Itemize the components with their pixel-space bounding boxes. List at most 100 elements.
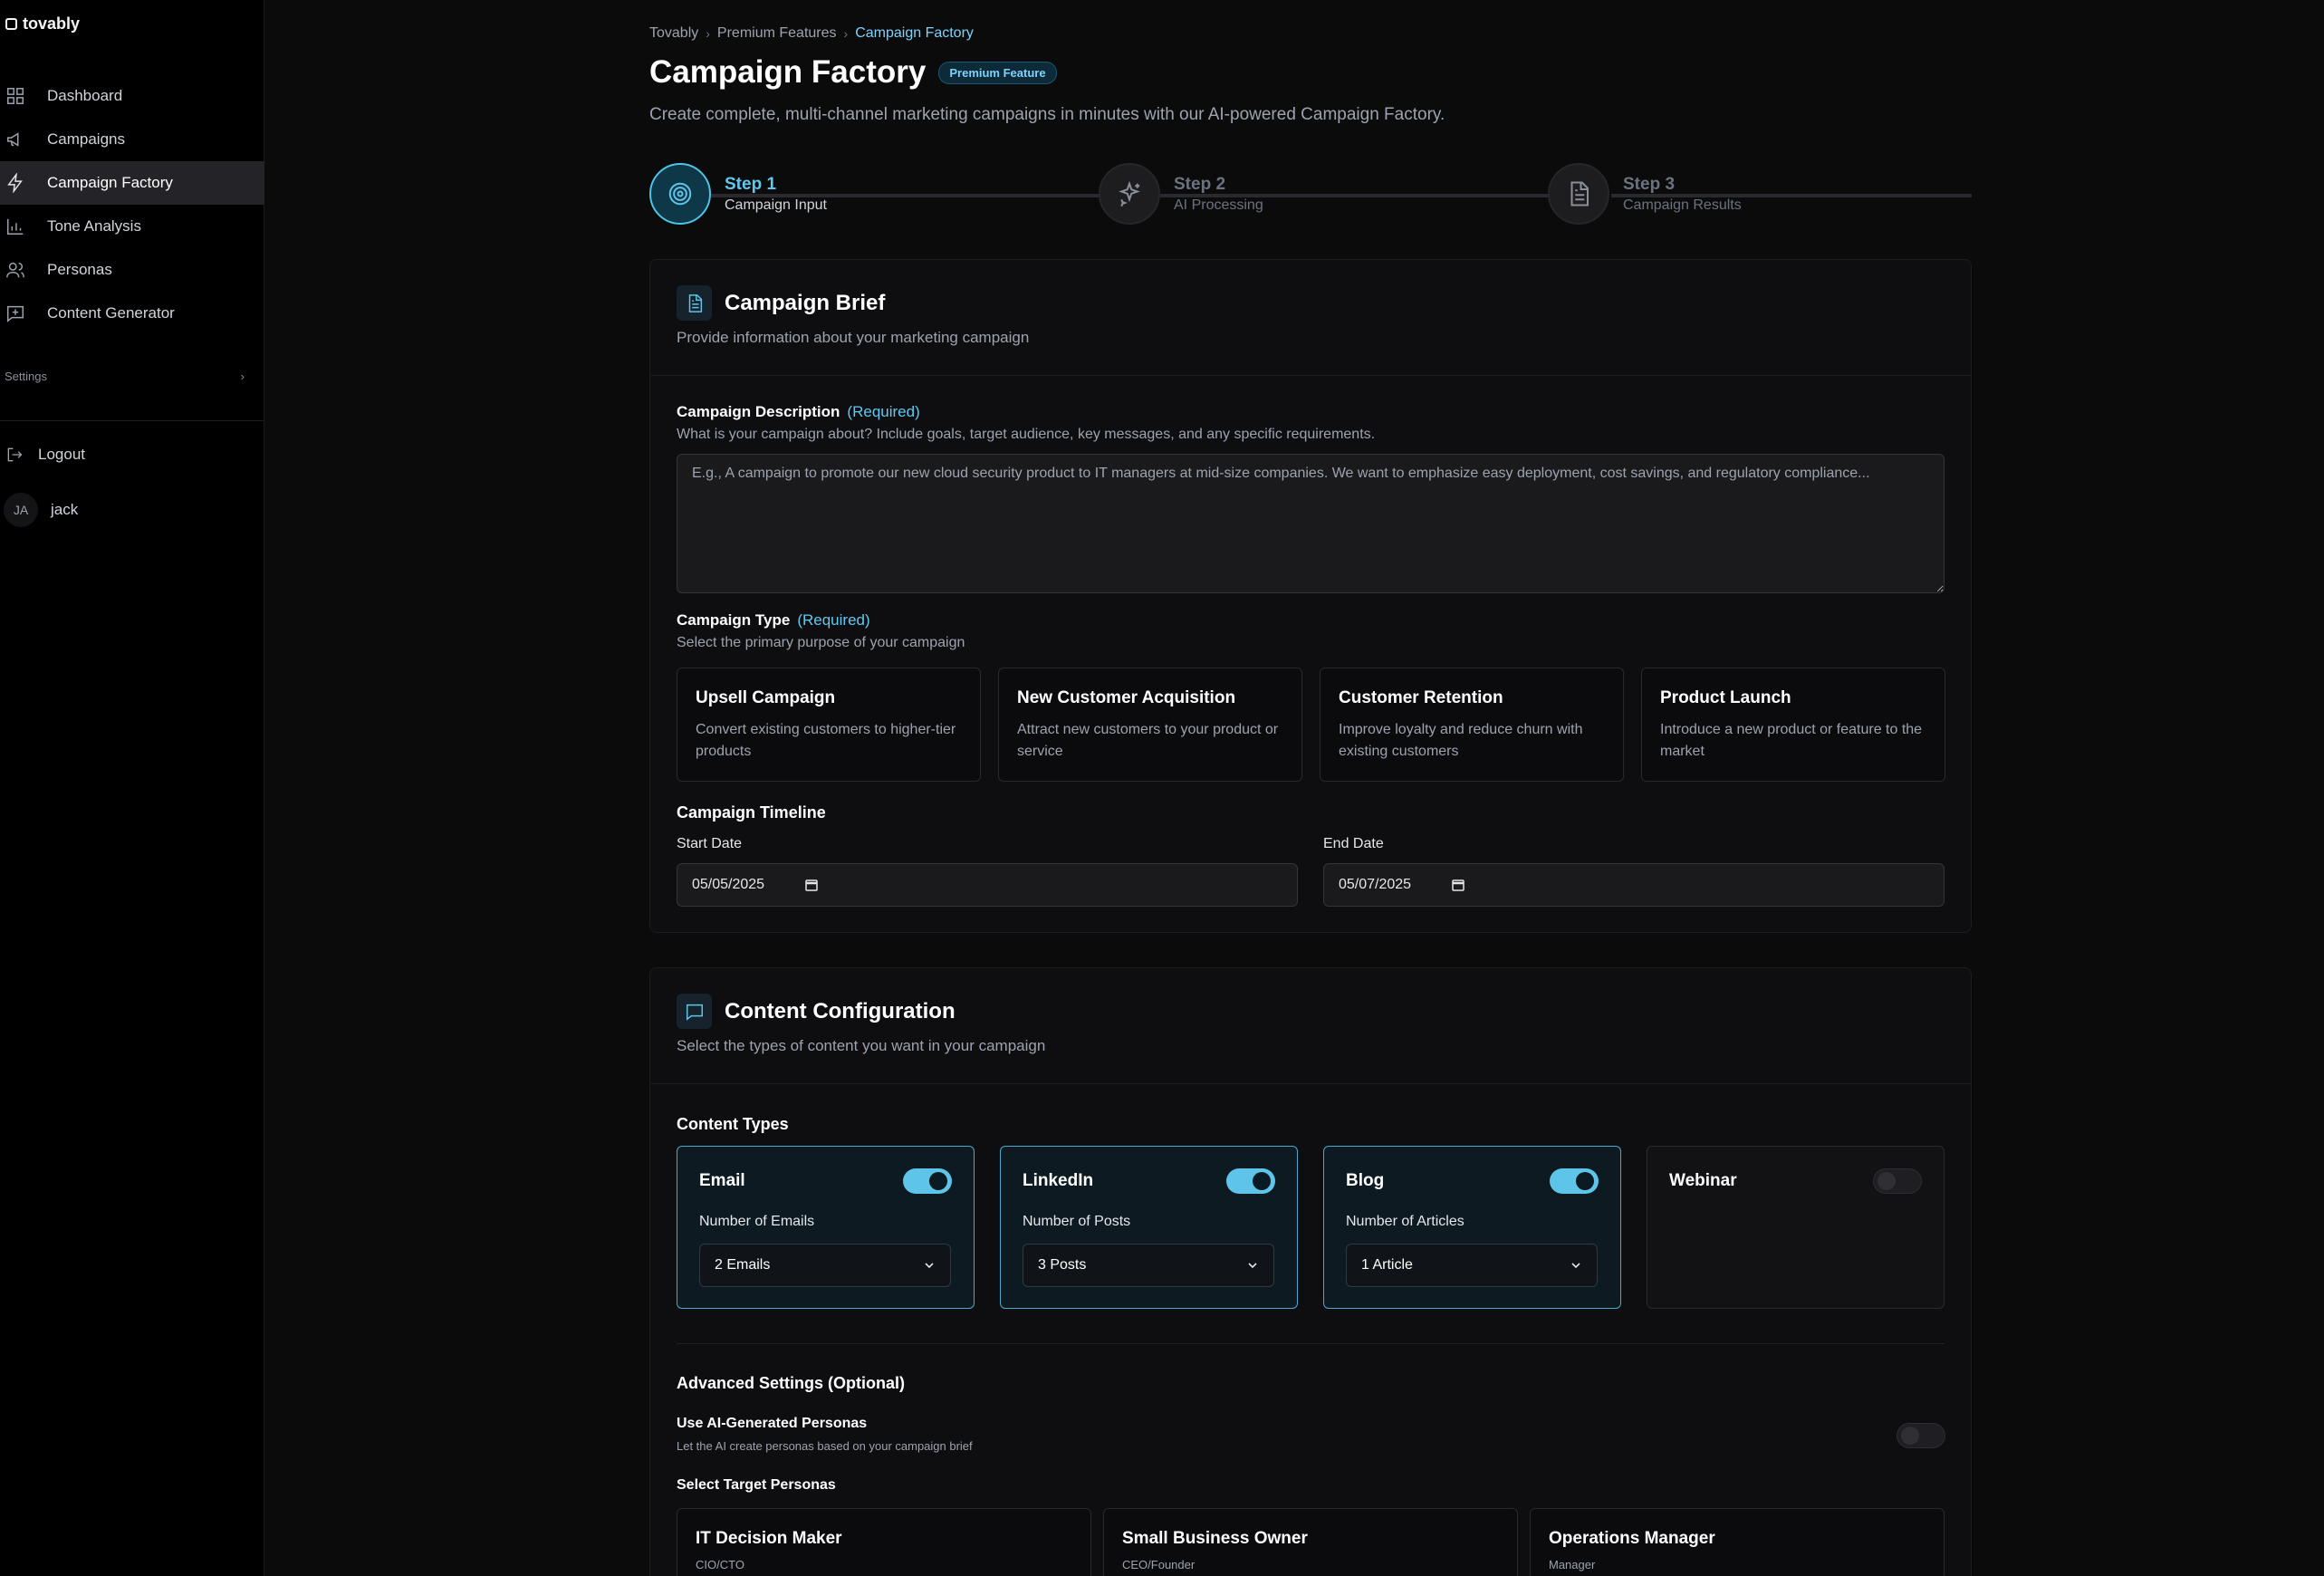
sidebar-item-content-generator[interactable]: Content Generator [0, 292, 264, 335]
stepper: Step 1 Campaign Input Step 2 AI Processi… [649, 163, 1972, 225]
avatar: JA [4, 493, 38, 527]
sidebar-item-label: Content Generator [47, 304, 175, 322]
required-indicator: (Required) [797, 611, 870, 629]
step-3-title: Step 3 [1623, 174, 1676, 194]
email-count-select[interactable]: 2 Emails [699, 1244, 951, 1287]
step-2-subtitle: AI Processing [1174, 197, 1263, 213]
blog-count-label: Number of Articles [1346, 1214, 1465, 1229]
sidebar: tovably Dashboard Campaigns Campaign Fac… [0, 0, 264, 1576]
blog-count-select[interactable]: 1 Article [1346, 1244, 1598, 1287]
start-date-label: Start Date [677, 836, 743, 851]
target-personas-label: Select Target Personas [677, 1477, 836, 1493]
app-name: tovably [23, 14, 81, 33]
chevron-down-icon [1248, 1263, 1257, 1269]
content-configuration-subtitle: Select the types of content you want in … [677, 1037, 1046, 1054]
end-date-input[interactable]: 05/07/2025 [1323, 863, 1945, 907]
step-1-title: Step 1 [725, 174, 777, 194]
sidebar-item-campaign-factory[interactable]: Campaign Factory [0, 161, 264, 205]
sidebar-item-label: Tone Analysis [47, 217, 141, 235]
campaign-brief-subtitle: Provide information about your marketing… [677, 329, 1030, 346]
calendar-icon [805, 879, 818, 891]
campaign-type-retention[interactable]: Customer Retention Improve loyalty and r… [1320, 668, 1624, 782]
email-toggle[interactable] [903, 1168, 952, 1194]
campaign-type-title: Product Launch [1660, 688, 1791, 707]
step-2: Step 2 AI Processing [1099, 163, 1263, 225]
webinar-toggle[interactable] [1873, 1168, 1922, 1194]
linkedin-toggle[interactable] [1226, 1168, 1275, 1194]
sidebar-item-label: Dashboard [47, 87, 123, 104]
chevron-right-icon: › [706, 26, 710, 41]
persona-it-decision-maker[interactable]: IT Decision Maker CIO/CTO [677, 1508, 1091, 1576]
campaign-type-title: Upsell Campaign [696, 688, 836, 707]
content-type-blog: Blog Number of Articles 1 Article [1323, 1146, 1621, 1309]
page-subtitle: Create complete, multi-channel marketing… [649, 105, 1445, 124]
toggle-knob [1901, 1427, 1919, 1445]
breadcrumb-current: Campaign Factory [855, 25, 974, 41]
settings-label: Settings [5, 369, 47, 383]
content-type-name: LinkedIn [1023, 1171, 1094, 1190]
content-types-label: Content Types [677, 1115, 789, 1133]
premium-badge: Premium Feature [938, 61, 1057, 84]
ai-personas-toggle[interactable] [1897, 1423, 1945, 1448]
sidebar-item-personas[interactable]: Personas [0, 248, 264, 292]
logout-button[interactable]: Logout [5, 446, 85, 464]
sidebar-item-campaigns[interactable]: Campaigns [0, 118, 264, 161]
campaign-type-desc: Convert existing customers to higher-tie… [696, 722, 956, 759]
sidebar-item-label: Campaign Factory [47, 174, 173, 191]
content-type-name: Email [699, 1171, 745, 1190]
sidebar-item-dashboard[interactable]: Dashboard [0, 74, 264, 118]
breadcrumb-link-tovably[interactable]: Tovably [649, 25, 698, 42]
chat-icon [686, 1004, 703, 1021]
start-date-input[interactable]: 05/05/2025 [677, 863, 1298, 907]
blog-toggle[interactable] [1550, 1168, 1599, 1194]
toggle-knob [1253, 1172, 1271, 1190]
message-plus-icon [7, 305, 24, 322]
campaign-type-title: New Customer Acquisition [1017, 688, 1236, 707]
card-icon [677, 285, 712, 321]
email-count-label: Number of Emails [699, 1214, 815, 1229]
megaphone-icon [7, 132, 19, 147]
document-icon [688, 293, 702, 312]
bar-chart-icon [7, 218, 24, 235]
campaign-brief-card: Campaign Brief Provide information about… [649, 259, 1972, 933]
logo-icon [5, 18, 17, 30]
step-1-circle [649, 163, 711, 225]
required-indicator: (Required) [847, 403, 920, 420]
end-date-value: 05/07/2025 [1339, 877, 1412, 892]
persona-role: Manager [1549, 1558, 1596, 1571]
breadcrumb: Tovably › Premium Features › Campaign Fa… [649, 25, 974, 42]
users-icon [6, 262, 24, 278]
campaign-type-launch[interactable]: Product Launch Introduce a new product o… [1641, 668, 1945, 782]
campaign-description-input[interactable] [677, 454, 1945, 593]
section-divider [677, 1343, 1945, 1344]
persona-small-business-owner[interactable]: Small Business Owner CEO/Founder [1103, 1508, 1518, 1576]
campaign-type-desc: Improve loyalty and reduce churn with ex… [1339, 722, 1583, 759]
page-title: Campaign Factory [649, 54, 927, 90]
chevron-right-icon: › [843, 26, 849, 41]
toggle-knob [1877, 1172, 1896, 1190]
title-row: Campaign Factory Premium Feature [649, 54, 1057, 91]
advanced-settings-label: Advanced Settings (Optional) [677, 1374, 906, 1392]
user-menu[interactable]: JA jack [4, 493, 78, 527]
end-date-label: End Date [1323, 836, 1384, 851]
linkedin-count-select[interactable]: 3 Posts [1023, 1244, 1274, 1287]
breadcrumb-link-premium[interactable]: Premium Features [717, 25, 837, 42]
sidebar-item-tone-analysis[interactable]: Tone Analysis [0, 205, 264, 248]
campaign-type-upsell[interactable]: Upsell Campaign Convert existing custome… [677, 668, 981, 782]
content-type-name: Blog [1346, 1171, 1385, 1190]
campaign-description-help: What is your campaign about? Include goa… [677, 427, 1376, 442]
campaign-type-desc: Introduce a new product or feature to th… [1660, 722, 1923, 759]
campaign-type-desc: Attract new customers to your product or… [1017, 722, 1279, 759]
campaign-type-acquisition[interactable]: New Customer Acquisition Attract new cus… [998, 668, 1302, 782]
persona-role: CIO/CTO [696, 1558, 744, 1571]
persona-operations-manager[interactable]: Operations Manager Manager [1530, 1508, 1945, 1576]
persona-title: Operations Manager [1549, 1529, 1715, 1548]
settings-toggle[interactable]: Settings › [0, 362, 264, 389]
app-logo[interactable]: tovably [5, 14, 80, 34]
content-type-linkedin: LinkedIn Number of Posts 3 Posts [1000, 1146, 1298, 1309]
step-1: Step 1 Campaign Input [649, 163, 827, 225]
linkedin-count-value: 3 Posts [1038, 1257, 1087, 1273]
step-2-circle [1099, 163, 1160, 225]
sidebar-nav: Dashboard Campaigns Campaign Factory Ton… [0, 74, 264, 335]
campaign-description-label: Campaign Description (Required) [677, 403, 920, 421]
